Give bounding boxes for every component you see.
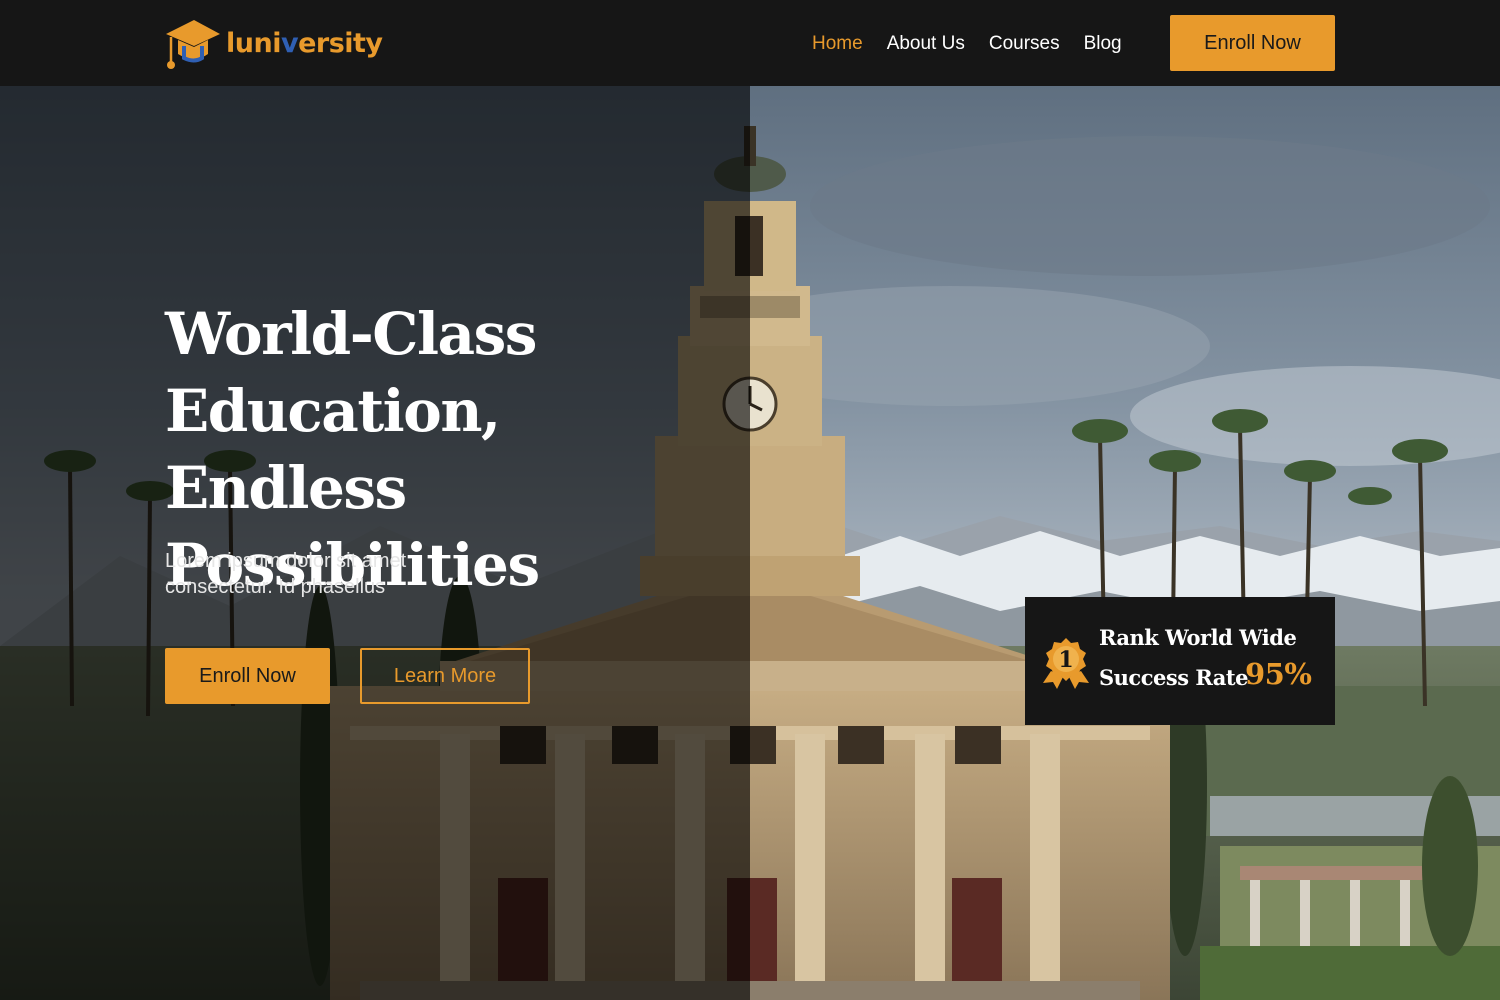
nav-link-blog[interactable]: Blog	[1084, 30, 1122, 58]
badge-number: 1	[1058, 647, 1073, 673]
hero-enroll-button[interactable]: Enroll Now	[165, 648, 330, 704]
hero-section: World-Class Education, Endless Possibili…	[0, 86, 1500, 1000]
nav-links: Home About Us Courses Blog	[812, 30, 1122, 58]
rank-line2: Success Rate	[1099, 665, 1248, 690]
hero-subtitle: Lorem ipsum dolor sit amet consectetur. …	[165, 550, 407, 598]
nav-link-about-us[interactable]: About Us	[887, 30, 965, 58]
nav-link-home[interactable]: Home	[812, 30, 863, 58]
top-navigation: luniversity Home About Us Courses Blog E…	[0, 0, 1500, 86]
award-ribbon-icon: 1	[1043, 638, 1089, 689]
nav-enroll-button[interactable]: Enroll Now	[1170, 15, 1335, 71]
learn-more-button[interactable]: Learn More	[360, 648, 530, 704]
graduation-cap-icon	[166, 20, 220, 69]
rank-stats-card: 1 Rank World Wide Success Rate 95%	[1025, 597, 1335, 725]
logo-wordmark: luniversity	[226, 27, 383, 59]
site-logo[interactable]: luniversity	[164, 16, 383, 72]
nav-link-courses[interactable]: Courses	[989, 30, 1060, 58]
success-percentage: 95%	[1245, 657, 1312, 691]
rank-line1: Rank World Wide	[1099, 625, 1297, 650]
